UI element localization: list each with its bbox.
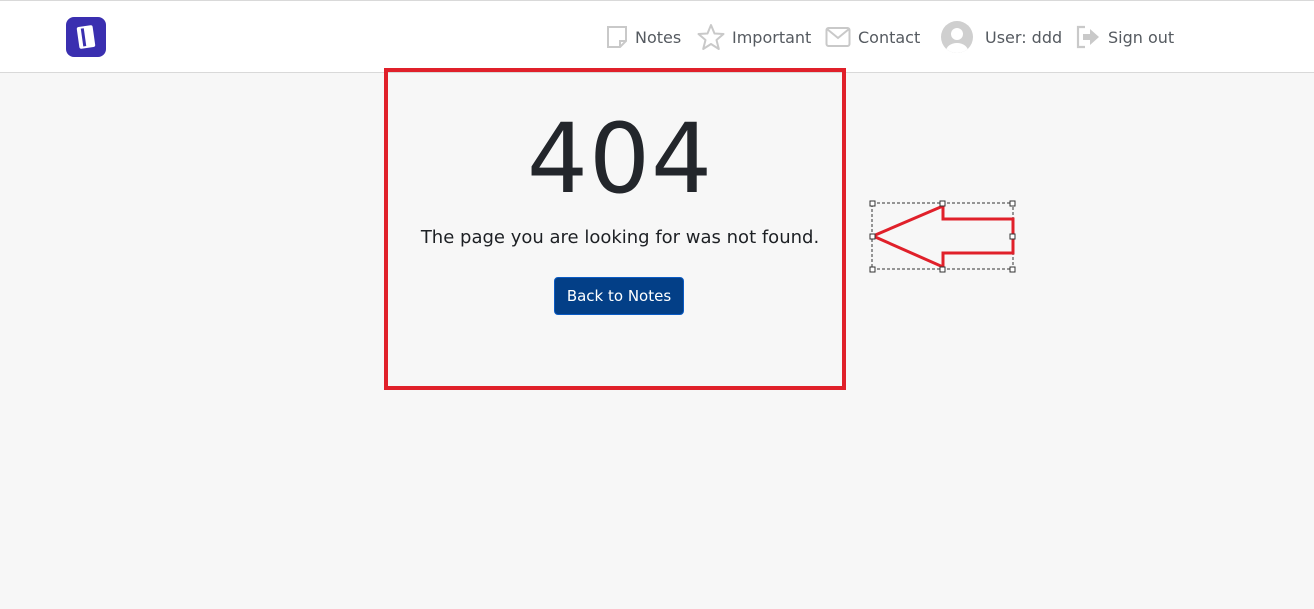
nav-notes-link[interactable]: Notes bbox=[606, 21, 681, 53]
nav-contact-label: Contact bbox=[858, 27, 921, 47]
resize-handle[interactable] bbox=[869, 200, 876, 207]
error-message: The page you are looking for was not fou… bbox=[420, 227, 820, 248]
nav-important-link[interactable]: Important bbox=[697, 21, 811, 53]
resize-handle[interactable] bbox=[939, 200, 946, 207]
resize-handle[interactable] bbox=[1009, 200, 1016, 207]
envelope-icon bbox=[825, 26, 851, 48]
resize-handle[interactable] bbox=[869, 266, 876, 273]
nav-user-label: User: ddd bbox=[985, 27, 1063, 47]
nav-sign-out-label: Sign out bbox=[1108, 27, 1175, 47]
star-icon bbox=[697, 23, 725, 51]
resize-handle[interactable] bbox=[1009, 266, 1016, 273]
note-icon bbox=[606, 25, 628, 49]
user-avatar-icon bbox=[941, 21, 973, 53]
nav-user-menu[interactable]: User: ddd bbox=[941, 21, 1062, 53]
nav-important-label: Important bbox=[732, 27, 812, 47]
brand-logo-icon[interactable] bbox=[66, 17, 106, 57]
back-to-notes-button[interactable]: Back to Notes bbox=[554, 277, 684, 315]
resize-handle[interactable] bbox=[1009, 233, 1016, 240]
top-navbar: Notes Important Contact User: ddd Sign o… bbox=[0, 0, 1314, 73]
sign-out-icon bbox=[1075, 25, 1101, 49]
nav-contact-link[interactable]: Contact bbox=[825, 21, 920, 53]
resize-handle[interactable] bbox=[869, 233, 876, 240]
left-arrow-annotation[interactable] bbox=[868, 200, 1018, 274]
nav-notes-label: Notes bbox=[635, 27, 682, 47]
error-code: 404 bbox=[526, 103, 714, 215]
nav-sign-out-link[interactable]: Sign out bbox=[1075, 21, 1174, 53]
resize-handle[interactable] bbox=[939, 266, 946, 273]
arrow-shape bbox=[869, 203, 1015, 270]
